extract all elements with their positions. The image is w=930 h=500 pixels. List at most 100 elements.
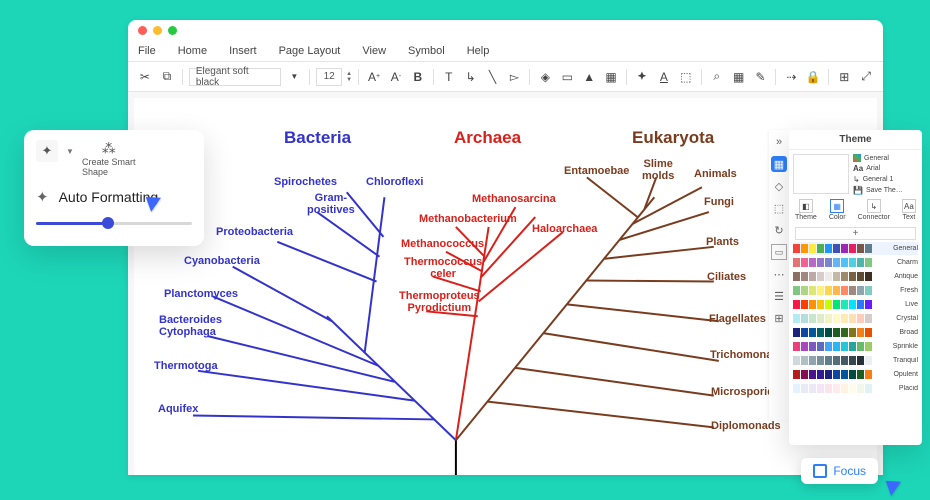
auto-formatting-button[interactable]: ✦ Auto Formatting	[36, 188, 192, 206]
layers-icon[interactable]: ◈	[536, 68, 554, 86]
palette-row[interactable]: Fresh	[793, 284, 918, 297]
maximize-icon[interactable]	[168, 26, 177, 35]
swatch	[801, 244, 808, 253]
menu-symbol[interactable]: Symbol	[408, 45, 445, 57]
layers-panel-icon[interactable]: ⬚	[771, 200, 787, 216]
palette-row[interactable]: Opulent	[793, 368, 918, 381]
canvas[interactable]: Bacteria Archaea Eukaryota Spirochetes C…	[134, 98, 877, 475]
table-icon[interactable]: ▦	[602, 68, 620, 86]
search-icon[interactable]: ⌕	[708, 68, 726, 86]
add-palette-button[interactable]: +	[795, 227, 916, 240]
cut-icon[interactable]: ✂	[136, 68, 154, 86]
font-increase-icon[interactable]: A+	[365, 68, 383, 86]
font-decrease-icon[interactable]: A-	[387, 68, 405, 86]
palette-row[interactable]: Tranquil	[793, 354, 918, 367]
focus-button[interactable]: Focus	[801, 458, 878, 484]
swatch	[793, 300, 800, 309]
settings-panel-icon[interactable]: ▭	[771, 244, 787, 260]
sparkle-icon[interactable]: ✦	[36, 140, 58, 162]
collapse-icon[interactable]: »	[771, 134, 787, 150]
position-icon[interactable]: ⊞	[835, 68, 853, 86]
menu-insert[interactable]: Insert	[229, 45, 257, 57]
bold-icon[interactable]: B	[409, 68, 427, 86]
palette-row[interactable]: Antique	[793, 270, 918, 283]
palette-row[interactable]: General	[793, 242, 918, 255]
expand-icon[interactable]: ⤢	[857, 68, 875, 86]
swatch	[865, 342, 872, 351]
swatch	[857, 328, 864, 337]
shapes-panel-icon[interactable]: ◇	[771, 178, 787, 194]
theme-preview[interactable]	[793, 154, 849, 194]
palette-name: Opulent	[873, 371, 918, 378]
swatch	[833, 244, 840, 253]
font-color-icon[interactable]: A	[655, 68, 673, 86]
swatch	[833, 314, 840, 323]
swatch	[857, 384, 864, 393]
theme-cat-text[interactable]: AaText	[902, 199, 916, 221]
pointer-icon[interactable]: ▻	[506, 68, 524, 86]
label-cyanobacteria: Cyanobacteria	[184, 255, 260, 267]
line-tool-icon[interactable]: ╲	[484, 68, 502, 86]
label-ciliates: Ciliates	[707, 271, 746, 283]
menu-file[interactable]: File	[138, 45, 156, 57]
image-icon[interactable]: ▲	[580, 68, 598, 86]
text-tool-icon[interactable]: T	[440, 68, 458, 86]
swatch	[809, 342, 816, 351]
swatch	[841, 300, 848, 309]
create-smart-shape-button[interactable]: ⁂ Create Smart Shape	[82, 140, 136, 178]
menu-help[interactable]: Help	[467, 45, 490, 57]
swatch	[801, 314, 808, 323]
swatch	[793, 286, 800, 295]
close-icon[interactable]	[138, 26, 147, 35]
theme-cat-connector[interactable]: ↳Connector	[858, 199, 890, 221]
palette-row[interactable]: Crystal	[793, 312, 918, 325]
color-icon: ▦	[830, 199, 844, 213]
connector-icon[interactable]: ↳	[462, 68, 480, 86]
grid-icon[interactable]: ▦	[730, 68, 748, 86]
fill-icon[interactable]: 🟆	[633, 68, 651, 86]
palette-name: Placid	[873, 385, 918, 392]
chevron-down-icon[interactable]: ▼	[64, 140, 76, 162]
palette-row[interactable]: Charm	[793, 256, 918, 269]
link-icon[interactable]: ⇢	[782, 68, 800, 86]
formatting-slider[interactable]	[36, 216, 192, 230]
clipboard-icon[interactable]: ☰	[771, 288, 787, 304]
palette-row[interactable]: Live	[793, 298, 918, 311]
swatch	[817, 356, 824, 365]
lock-icon[interactable]: 🔒	[804, 68, 822, 86]
palette-row[interactable]: Broad	[793, 326, 918, 339]
resources-icon[interactable]: ⊞	[771, 310, 787, 326]
shape-icon[interactable]: ▭	[558, 68, 576, 86]
menu-home[interactable]: Home	[178, 45, 207, 57]
label-planctomyces: Planctomyces	[164, 288, 238, 300]
palette-row[interactable]: Placid	[793, 382, 918, 395]
font-select[interactable]: Elegant soft black	[189, 68, 282, 86]
menu-view[interactable]: View	[362, 45, 386, 57]
swatch	[817, 370, 824, 379]
minimize-icon[interactable]	[153, 26, 162, 35]
size-stepper[interactable]: ▲▼	[346, 71, 352, 83]
grid-view-icon[interactable]: ▦	[771, 156, 787, 172]
pen-icon[interactable]: ✎	[752, 68, 770, 86]
swatch	[817, 244, 824, 253]
smart-shape-icon: ⁂	[94, 140, 124, 158]
theme-opt-save[interactable]: 💾Save The…	[853, 186, 918, 195]
theme-cat-color[interactable]: ▦Color	[829, 199, 846, 221]
font-size-select[interactable]: 12	[316, 68, 342, 86]
more-icon[interactable]: ⋯	[771, 266, 787, 282]
copy-icon[interactable]: ⧉	[158, 68, 176, 86]
theme-cat-theme[interactable]: ◧Theme	[795, 199, 817, 221]
history-icon[interactable]: ↻	[771, 222, 787, 238]
cat-label: Connector	[858, 214, 890, 221]
swatch	[857, 342, 864, 351]
chevron-down-icon[interactable]: ▼	[285, 68, 303, 86]
crop-icon[interactable]: ⬚	[677, 68, 695, 86]
theme-opt-general[interactable]: General	[853, 154, 918, 162]
menu-page-layout[interactable]: Page Layout	[279, 45, 341, 57]
swatch	[833, 370, 840, 379]
theme-opt-connector[interactable]: ↳General 1	[853, 175, 918, 184]
swatch	[841, 258, 848, 267]
label-haloarchaea: Haloarchaea	[532, 223, 597, 235]
palette-row[interactable]: Sprinkle	[793, 340, 918, 353]
theme-opt-font[interactable]: AaArial	[853, 164, 918, 173]
